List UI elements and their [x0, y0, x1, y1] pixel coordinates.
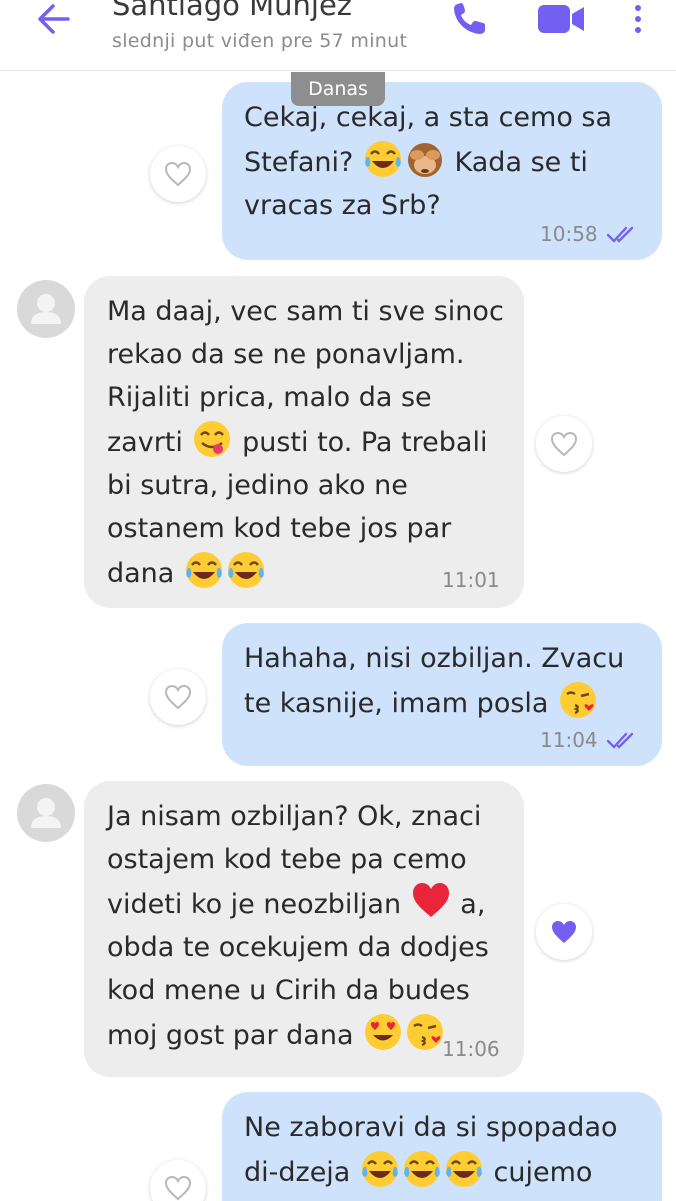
- heart-outline-icon: [164, 161, 192, 187]
- tears-of-joy-emoji-icon: [227, 552, 264, 588]
- back-button[interactable]: [34, 0, 74, 38]
- message-text: Ja nisam ozbiljan? Ok, znaci ostajem kod …: [107, 795, 489, 1057]
- message-line: Ja nisam ozbiljan? Ok, znaci: [107, 801, 482, 832]
- chat-screen: Santiago Munjez slednji put viđen pre 57…: [0, 0, 676, 1201]
- message-text: Ne zaboravi da si spopadao di-dzeja cujem…: [244, 1106, 618, 1194]
- contact-avatar[interactable]: [17, 280, 75, 338]
- message-line: cujemo: [493, 1157, 593, 1188]
- message-line: dana: [107, 558, 175, 589]
- message-line: Cekaj, cekaj, a sta cemo sa: [244, 102, 613, 133]
- message-line: obda te ocekujem da dodjes: [107, 932, 489, 963]
- heart-eyes-emoji-icon: [365, 1014, 402, 1050]
- message-bubble-outgoing[interactable]: Cekaj, cekaj, a sta cemo sa Stefani? Kada…: [222, 82, 662, 260]
- double-check-icon: [606, 226, 634, 243]
- contact-avatar[interactable]: [17, 784, 75, 842]
- message-bubble-outgoing[interactable]: Ne zaboravi da si spopadao di-dzeja cujem…: [222, 1092, 662, 1201]
- message-bubble-outgoing[interactable]: Hahaha, nisi ozbiljan. Zvacu te kasnije, …: [222, 623, 662, 766]
- message-line: Ne zaboravi da si spopadao: [244, 1112, 618, 1143]
- heart-outline-icon: [164, 1175, 192, 1201]
- see-no-evil-monkey-emoji-icon: [407, 143, 442, 177]
- heart-filled-icon: [552, 921, 576, 943]
- message-line: kod mene u Cirih da budes: [107, 975, 470, 1006]
- message-bubble-incoming[interactable]: Ja nisam ozbiljan? Ok, znaci ostajem kod …: [84, 781, 524, 1077]
- like-button[interactable]: [150, 669, 206, 725]
- message-bubble-incoming[interactable]: Ma daaj, vec sam ti sve sinoc rekao da se…: [84, 276, 524, 608]
- red-heart-emoji-icon: [412, 883, 449, 917]
- chat-header: Santiago Munjez slednji put viđen pre 57…: [0, 0, 676, 71]
- double-check-icon: [606, 732, 634, 749]
- like-button[interactable]: [150, 1160, 206, 1201]
- message-line: ostajem kod tebe pa cemo: [107, 844, 467, 875]
- yum-face-emoji-icon: [194, 421, 231, 457]
- message-line: videti ko je neozbiljan: [107, 889, 402, 920]
- tears-of-joy-emoji-icon: [185, 552, 222, 588]
- tears-of-joy-emoji-icon: [403, 1151, 440, 1187]
- message-line: pusti to. Pa trebali: [242, 427, 488, 458]
- phone-icon: [454, 3, 485, 34]
- message-line: vracas za Srb?: [244, 190, 441, 221]
- message-line: zavrti: [107, 427, 183, 458]
- heart-outline-icon: [550, 431, 578, 457]
- message-line: bi sutra, jedino ako ne: [107, 470, 408, 501]
- message-time: 11:06: [442, 1037, 500, 1061]
- like-button[interactable]: [536, 904, 592, 960]
- like-button[interactable]: [150, 146, 206, 202]
- message-line: rekao da se ne ponavljam.: [107, 339, 465, 370]
- message-line: Kada se ti: [454, 147, 588, 178]
- video-camera-icon: [538, 5, 584, 33]
- message-line: Rijaliti prica, malo da se: [107, 382, 432, 413]
- video-call-button[interactable]: [536, 2, 588, 36]
- tears-of-joy-emoji-icon: [364, 141, 401, 177]
- like-button[interactable]: [536, 416, 592, 472]
- message-time: 11:01: [442, 568, 500, 592]
- kissing-face-emoji-icon: [560, 682, 597, 718]
- message-text: Cekaj, cekaj, a sta cemo sa Stefani? Kada…: [244, 96, 612, 227]
- message-line: moj gost par dana: [107, 1020, 354, 1051]
- user-silhouette-icon: [31, 294, 61, 324]
- message-line: Stefani?: [244, 147, 354, 178]
- message-line: te kasnije, imam posla: [244, 688, 549, 719]
- message-text: Hahaha, nisi ozbiljan. Zvacu te kasnije, …: [244, 637, 624, 725]
- contact-name[interactable]: Santiago Munjez: [112, 0, 352, 22]
- message-line: ostanem kod tebe jos par: [107, 513, 452, 544]
- more-options-button[interactable]: [626, 2, 650, 38]
- message-line: di-dzeja: [244, 1157, 351, 1188]
- message-time: 10:58: [540, 222, 598, 246]
- user-silhouette-icon: [31, 798, 61, 828]
- date-separator: Danas: [291, 72, 385, 106]
- arrow-left-icon: [38, 4, 70, 34]
- tears-of-joy-emoji-icon: [445, 1151, 482, 1187]
- heart-outline-icon: [164, 684, 192, 710]
- message-text: Ma daaj, vec sam ti sve sinoc rekao da se…: [107, 290, 504, 595]
- message-line: Ma daaj, vec sam ti sve sinoc: [107, 296, 504, 327]
- message-line: a,: [460, 889, 486, 920]
- kissing-face-emoji-icon: [407, 1014, 444, 1050]
- message-line: Hahaha, nisi ozbiljan. Zvacu: [244, 643, 625, 674]
- call-button[interactable]: [450, 0, 490, 38]
- tears-of-joy-emoji-icon: [361, 1151, 398, 1187]
- last-seen-status: slednji put viđen pre 57 minut: [112, 30, 408, 52]
- more-vertical-icon: [635, 5, 641, 33]
- message-time: 11:04: [540, 728, 598, 752]
